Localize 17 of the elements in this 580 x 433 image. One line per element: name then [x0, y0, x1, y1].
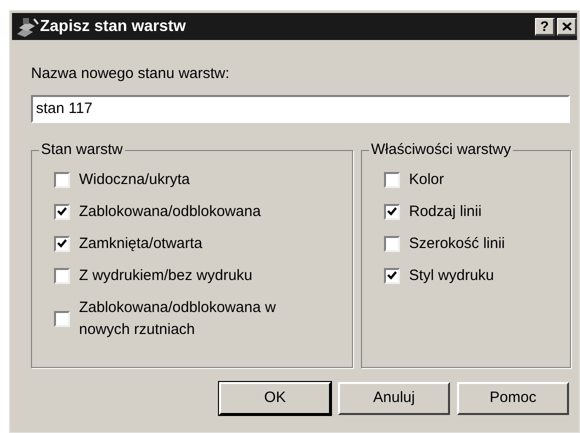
- checkbox-label: Kolor: [409, 170, 444, 190]
- checkbox-label: Styl wydruku: [409, 266, 494, 286]
- checkbox-label: Z wydrukiem/bez wydruku: [79, 266, 252, 286]
- checkbox-label: Zamknięta/otwarta: [79, 234, 202, 254]
- checkbox-label: Zablokowana/odblokowana w nowych rzutniach: [79, 298, 277, 340]
- dialog-button[interactable]: OK: [219, 382, 331, 414]
- checkbox-label: Zablokowana/odblokowana: [79, 202, 261, 222]
- checkbox-label: Rodzaj linii: [409, 202, 482, 222]
- help-button[interactable]: ?: [535, 18, 555, 36]
- field-label: Nazwa nowego stanu warstw:: [31, 64, 230, 84]
- checkbox-label: Szerokość linii: [409, 234, 505, 254]
- name-input-field[interactable]: stan 117: [31, 94, 570, 122]
- checkbox-label: Widoczna/ukryta: [79, 170, 190, 190]
- group-title: Właściwości warstwy: [369, 140, 514, 158]
- window-title: Zapisz stan warstw: [40, 16, 186, 36]
- dialog-button[interactable]: Anuluj: [338, 382, 450, 414]
- dialog-button[interactable]: Pomoc: [457, 382, 569, 414]
